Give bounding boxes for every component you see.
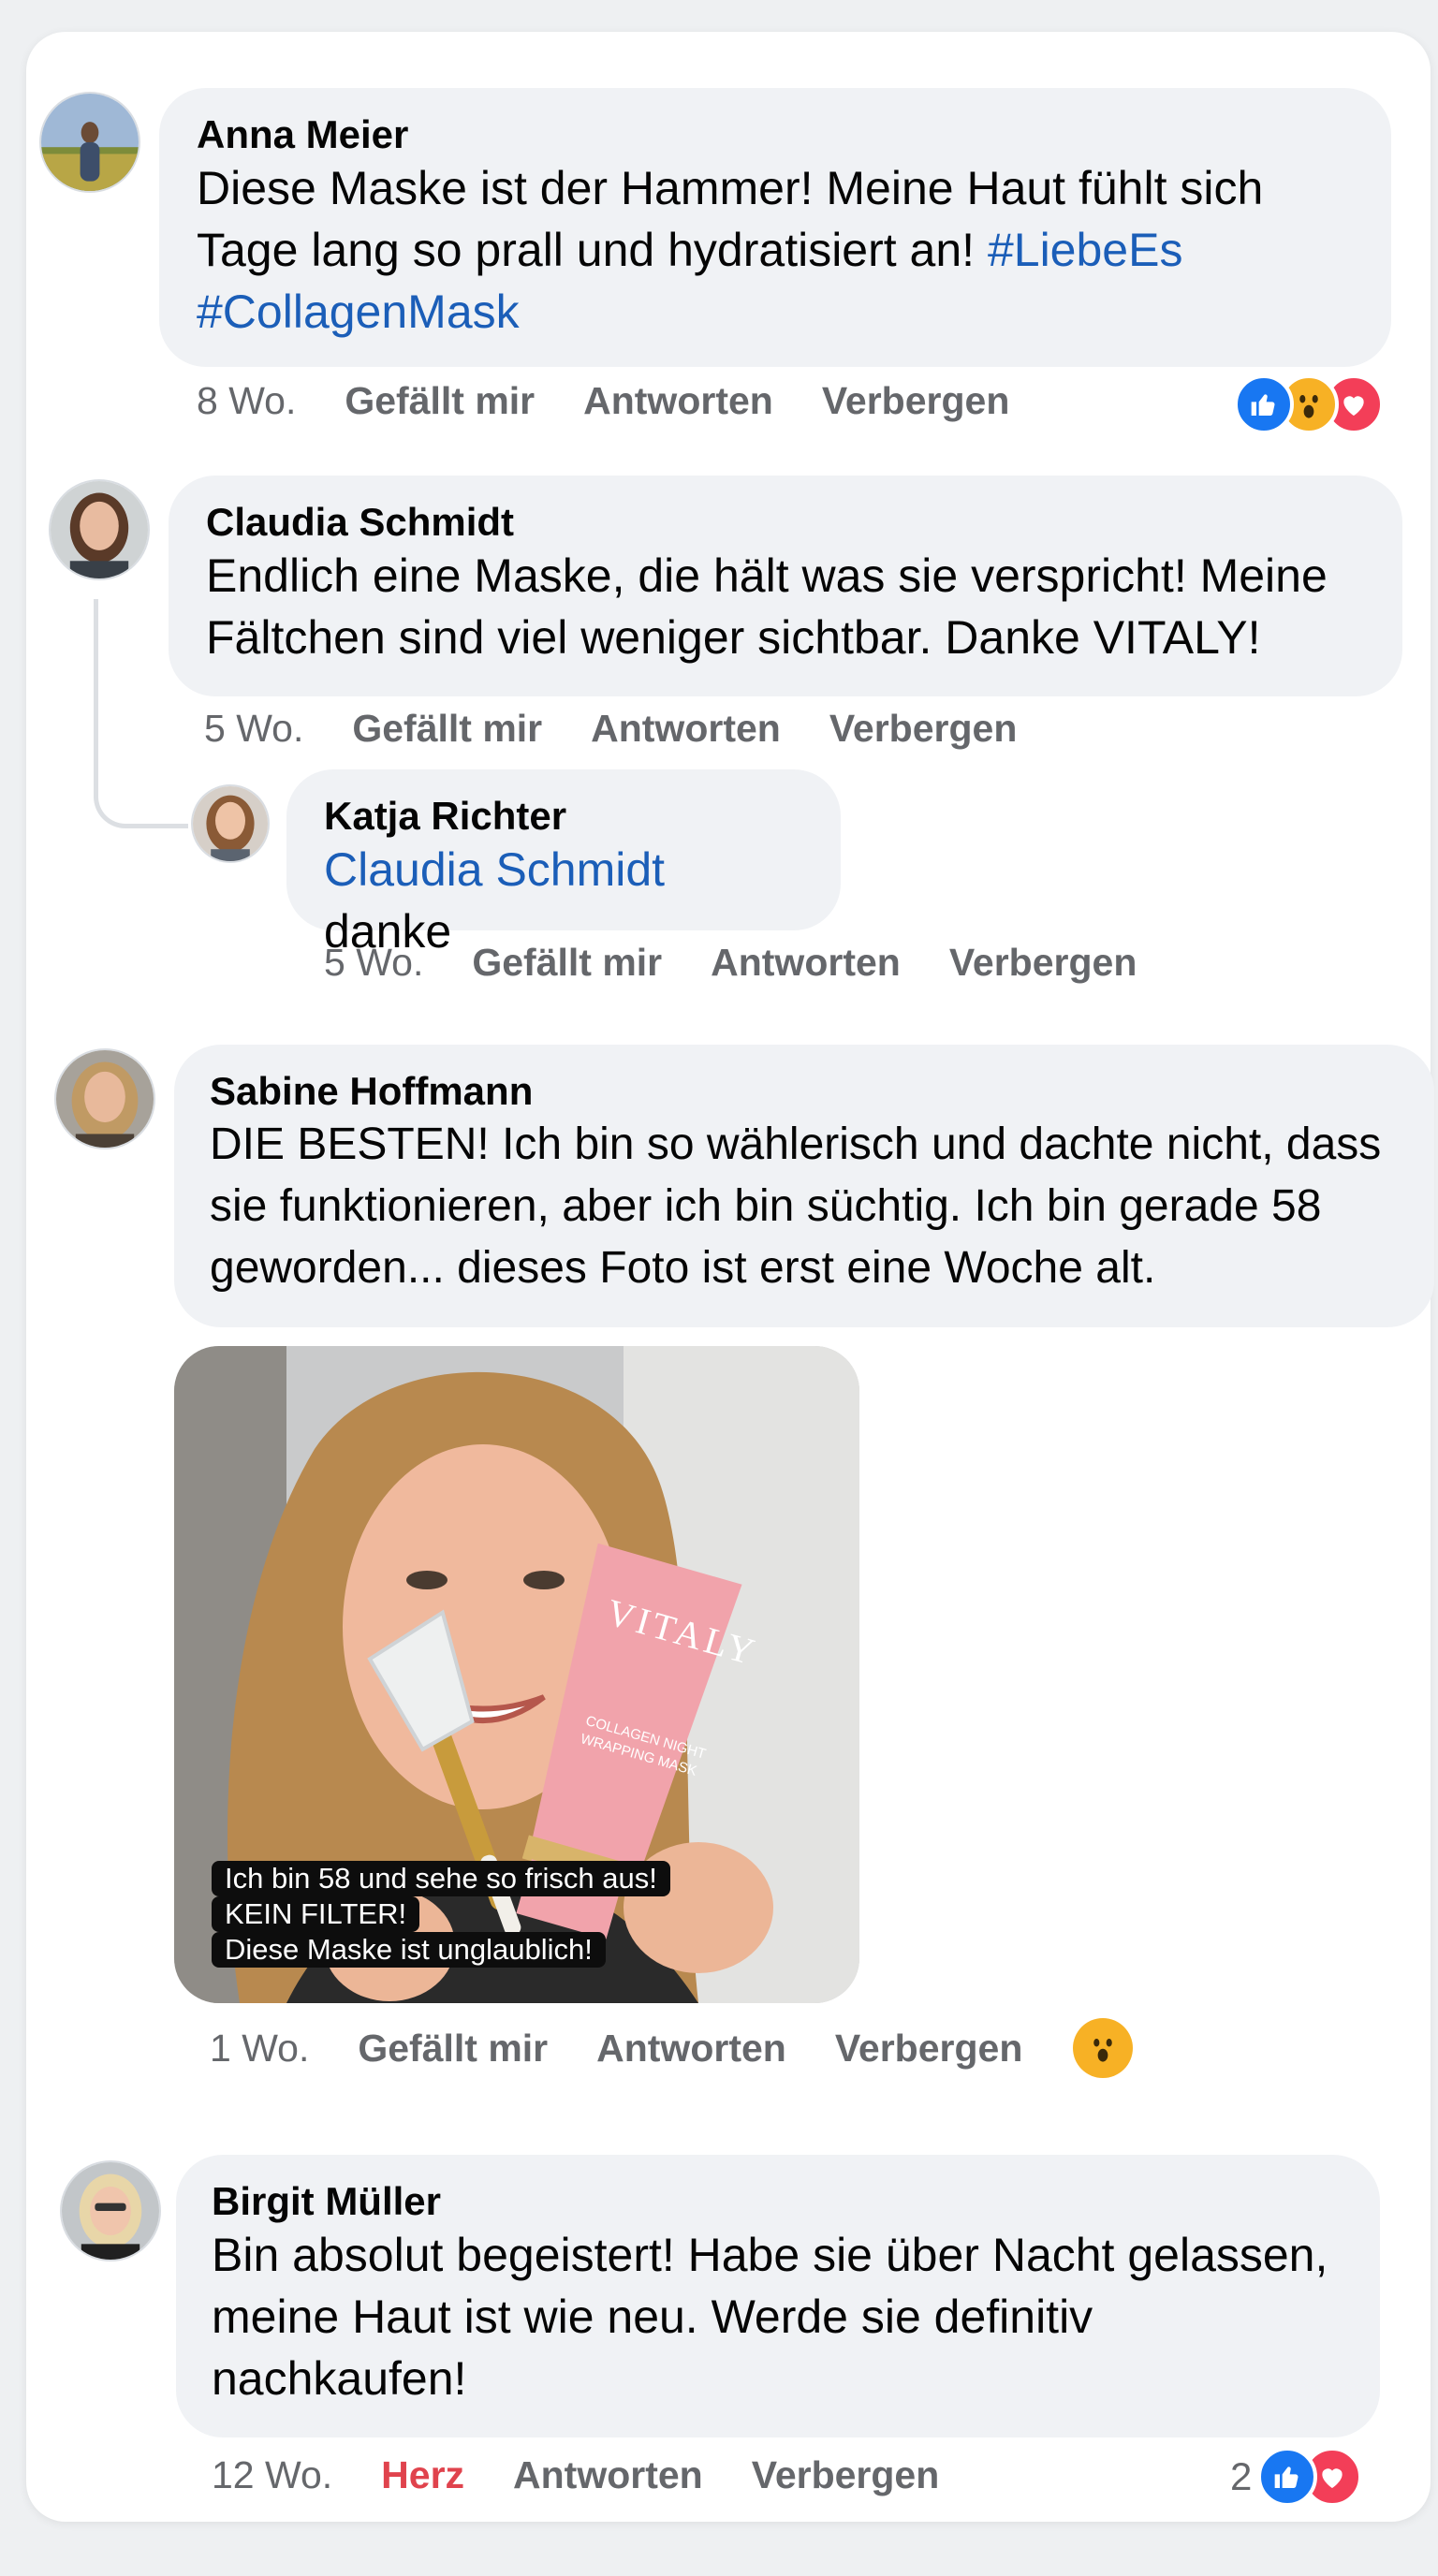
avatar-image xyxy=(56,1050,154,1148)
comment-text: Endlich eine Maske, die hält was sie ver… xyxy=(206,549,1328,664)
caption-line: Diese Maske ist unglaublich! xyxy=(212,1932,606,1968)
hide-button[interactable]: Verbergen xyxy=(752,2453,940,2497)
avatar-claudia-schmidt[interactable] xyxy=(49,479,150,580)
mention-link[interactable]: Claudia Schmidt xyxy=(324,843,665,896)
reaction-summary[interactable] xyxy=(1073,2018,1133,2078)
comment-actions: 8 Wo. Gefällt mir Antworten Verbergen xyxy=(197,373,1009,429)
comment-timestamp[interactable]: 1 Wo. xyxy=(210,2027,309,2071)
reply-actions: 5 Wo. Gefällt mir Antworten Verbergen xyxy=(324,934,1137,990)
avatar-image xyxy=(62,2162,159,2260)
like-icon xyxy=(1257,2447,1318,2507)
reply-button[interactable]: Antworten xyxy=(596,2027,786,2071)
like-button[interactable]: Gefällt mir xyxy=(345,379,535,423)
avatar-image xyxy=(51,481,148,578)
comment-author[interactable]: Sabine Hoffmann xyxy=(210,1069,1399,1114)
avatar-anna-meier[interactable] xyxy=(39,92,140,193)
comment-text: Bin absolut begeistert! Habe sie über Na… xyxy=(212,2229,1328,2405)
reaction-count: 2 xyxy=(1230,2454,1253,2498)
comment-actions: 12 Wo. Herz Antworten Verbergen xyxy=(212,2447,939,2503)
avatar-katja-richter[interactable] xyxy=(191,784,270,863)
reaction-summary[interactable] xyxy=(1234,374,1384,434)
comment-text: Diese Maske ist der Hammer! Meine Haut f… xyxy=(197,157,1354,343)
comment-author[interactable]: Anna Meier xyxy=(197,112,1354,157)
reply-button[interactable]: Antworten xyxy=(513,2453,703,2497)
reply-button[interactable]: Antworten xyxy=(711,941,901,985)
reply-bubble: Katja Richter Claudia Schmidt danke xyxy=(286,769,841,958)
hide-button[interactable]: Verbergen xyxy=(949,941,1137,985)
avatar-birgit-mueller[interactable] xyxy=(60,2160,161,2261)
comment-actions: 1 Wo. Gefällt mir Antworten Verbergen xyxy=(210,2020,1022,2076)
like-button[interactable]: Gefällt mir xyxy=(472,941,662,985)
avatar-image xyxy=(193,786,268,861)
comment-bubble: Sabine Hoffmann DIE BESTEN! Ich bin so w… xyxy=(174,1045,1434,1327)
like-icon xyxy=(1234,374,1294,434)
comment-timestamp[interactable]: 8 Wo. xyxy=(197,379,296,423)
wow-icon xyxy=(1073,2018,1133,2078)
caption-line: KEIN FILTER! xyxy=(212,1896,420,1932)
comment-photo[interactable]: VITALY COLLAGEN NIGHT WRAPPING MASK Ich … xyxy=(174,1346,859,2003)
reply-button[interactable]: Antworten xyxy=(591,707,781,751)
reaction-summary[interactable]: 2 xyxy=(1230,2447,1363,2507)
hashtag-link[interactable]: #CollagenMask xyxy=(197,285,520,338)
comment-author[interactable]: Birgit Müller xyxy=(212,2179,1344,2224)
reply-author[interactable]: Katja Richter xyxy=(324,794,803,839)
hashtag-link[interactable]: #LiebeEs xyxy=(988,224,1183,276)
comment-actions: 5 Wo. Gefällt mir Antworten Verbergen xyxy=(204,700,1017,756)
hide-button[interactable]: Verbergen xyxy=(829,707,1018,751)
comment-bubble: Birgit Müller Bin absolut begeistert! Ha… xyxy=(176,2155,1380,2437)
hide-button[interactable]: Verbergen xyxy=(822,379,1010,423)
reply-timestamp[interactable]: 5 Wo. xyxy=(324,941,423,985)
love-reaction-button[interactable]: Herz xyxy=(381,2453,464,2497)
comment-bubble: Anna Meier Diese Maske ist der Hammer! M… xyxy=(159,88,1391,367)
comment-author[interactable]: Claudia Schmidt xyxy=(206,500,1365,545)
like-button[interactable]: Gefällt mir xyxy=(352,707,542,751)
photo-caption: Ich bin 58 und sehe so frisch aus! KEIN … xyxy=(212,1861,670,1968)
hide-button[interactable]: Verbergen xyxy=(835,2027,1023,2071)
avatar-image xyxy=(41,94,139,191)
comment-text: DIE BESTEN! Ich bin so wählerisch und da… xyxy=(210,1120,1382,1293)
comment-timestamp[interactable]: 12 Wo. xyxy=(212,2453,332,2497)
like-button[interactable]: Gefällt mir xyxy=(358,2027,548,2071)
comment-bubble: Claudia Schmidt Endlich eine Maske, die … xyxy=(169,476,1402,696)
avatar-sabine-hoffmann[interactable] xyxy=(54,1048,155,1149)
reply-button[interactable]: Antworten xyxy=(583,379,773,423)
comment-timestamp[interactable]: 5 Wo. xyxy=(204,707,303,751)
caption-line: Ich bin 58 und sehe so frisch aus! xyxy=(212,1861,670,1896)
